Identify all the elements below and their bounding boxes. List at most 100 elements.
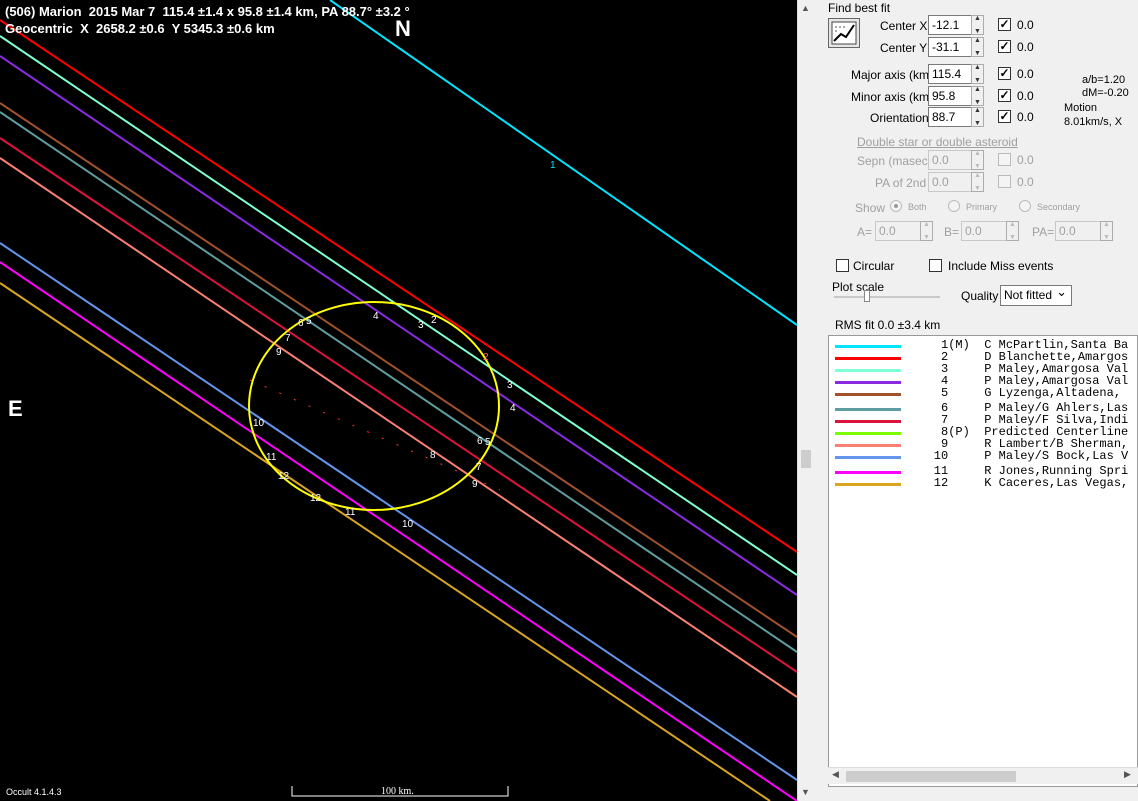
orientation-spinner[interactable]	[971, 107, 984, 127]
chord-number-label: 3	[507, 380, 513, 391]
include-miss-checkbox[interactable]	[929, 259, 942, 272]
major-axis-input[interactable]: 115.4	[928, 64, 972, 84]
major-axis-label: Major axis (km)	[851, 68, 934, 82]
legend-color-swatch	[835, 393, 901, 396]
legend-color-swatch	[835, 420, 901, 423]
major-axis-checkbox[interactable]: ✓	[998, 67, 1011, 80]
vertical-scrollbar[interactable]: ▲ ▼	[797, 0, 814, 801]
sepn-spinner[interactable]	[971, 150, 984, 170]
find-best-fit-label: Find best fit	[828, 1, 891, 15]
scroll-left-icon[interactable]: ◀	[832, 769, 839, 780]
chord-line-1	[329, 0, 797, 326]
legend-color-swatch	[835, 357, 901, 360]
legend-color-swatch	[835, 444, 901, 447]
chord-number-label: 7	[476, 462, 482, 473]
chord-number-label: 12	[278, 471, 290, 482]
chord-number-label: 9	[276, 347, 282, 358]
center-x-spinner[interactable]	[971, 15, 984, 35]
minor-axis-input[interactable]: 95.8	[928, 86, 972, 106]
plot-scale-slider[interactable]	[834, 290, 940, 302]
legend-color-swatch	[835, 432, 901, 435]
chord-number-label: 1	[550, 160, 556, 171]
pa2nd-label: PA of 2nd	[875, 176, 927, 190]
legend-color-swatch	[835, 345, 901, 348]
sepn-input[interactable]: 0.0	[928, 150, 972, 170]
chord-number-label: 10	[402, 519, 414, 530]
scroll-right-icon[interactable]: ▶	[1124, 769, 1131, 780]
chord-number-label: 10	[253, 418, 265, 429]
chord-number-label: 11	[266, 452, 277, 463]
major-axis-spinner[interactable]	[971, 64, 984, 84]
chord-line-4	[0, 55, 797, 596]
find-best-fit-button[interactable]	[828, 18, 860, 48]
include-miss-label: Include Miss events	[948, 259, 1054, 273]
sepn-checkbox[interactable]	[998, 153, 1011, 166]
b-spinner[interactable]	[1006, 221, 1019, 241]
legend-row[interactable]: 10 P Maley/S Bock,Las V	[829, 449, 1137, 463]
minor-axis-label: Minor axis (km)	[851, 90, 934, 104]
chord-line-11	[0, 261, 797, 801]
minor-axis-spinner[interactable]	[971, 86, 984, 106]
orientation-label: Orientation	[870, 111, 929, 125]
minor-axis-checkbox[interactable]: ✓	[998, 89, 1011, 102]
circular-label: Circular	[853, 259, 895, 273]
legend-scroll-thumb[interactable]	[846, 771, 1016, 782]
legend-color-swatch	[835, 483, 901, 486]
plot-scale-label: Plot scale	[832, 280, 885, 294]
chord-line-2	[0, 19, 797, 553]
sepn-delta: 0.0	[1017, 153, 1034, 167]
legend-color-swatch	[835, 381, 901, 384]
pa2nd-input[interactable]: 0.0	[928, 172, 972, 192]
fit-chart-icon	[831, 21, 857, 45]
observer-legend-list[interactable]: 1(M) C McPartlin,Santa Ba 2 D Blanchette…	[828, 335, 1138, 787]
orientation-checkbox[interactable]: ✓	[998, 110, 1011, 123]
b-input[interactable]: 0.0	[961, 221, 1007, 241]
a-input[interactable]: 0.0	[875, 221, 921, 241]
scroll-down-icon[interactable]: ▼	[801, 787, 810, 797]
center-x-checkbox[interactable]: ✓	[998, 18, 1011, 31]
a-spinner[interactable]	[920, 221, 933, 241]
chord-line-3	[0, 35, 797, 576]
quality-select[interactable]: Not fitted	[1000, 284, 1072, 306]
occultation-plot[interactable]: (506) Marion 2015 Mar 7 115.4 ±1.4 x 95.…	[0, 0, 797, 801]
legend-text: 12 K Caceres,Las Vegas,	[905, 476, 1129, 490]
rms-fit-label: RMS fit 0.0 ±3.4 km	[835, 318, 941, 332]
legend-color-swatch	[835, 369, 901, 372]
scroll-thumb[interactable]	[801, 450, 811, 468]
chord-line-6	[0, 111, 797, 653]
chord-number-label: 4	[373, 311, 379, 322]
center-x-delta: 0.0	[1017, 18, 1034, 32]
fit-panel: Find best fit Center X -12.1 ✓ 0.0 Cente…	[814, 0, 1138, 801]
pa2nd-delta: 0.0	[1017, 175, 1034, 189]
pa2nd-spinner[interactable]	[971, 172, 984, 192]
show-both-radio[interactable]	[890, 200, 902, 212]
pa2nd-checkbox[interactable]	[998, 175, 1011, 188]
center-y-spinner[interactable]	[971, 37, 984, 57]
plot-scale-knob[interactable]	[864, 290, 870, 302]
chord-number-label: 12	[310, 493, 322, 504]
show-secondary-radio[interactable]	[1019, 200, 1031, 212]
legend-color-swatch	[835, 408, 901, 411]
chord-number-label: 2	[483, 352, 489, 363]
pa-spinner[interactable]	[1100, 221, 1113, 241]
motion-label: Motion	[1064, 102, 1098, 114]
legend-horizontal-scrollbar[interactable]: ◀ ▶	[828, 767, 1138, 784]
chord-number-label: 7	[285, 333, 291, 344]
scroll-up-icon[interactable]: ▲	[801, 3, 810, 13]
minor-axis-delta: 0.0	[1017, 89, 1034, 103]
pa-input[interactable]: 0.0	[1055, 221, 1101, 241]
circular-checkbox[interactable]	[836, 259, 849, 272]
chord-line-9	[0, 157, 797, 698]
center-x-input[interactable]: -12.1	[928, 15, 972, 35]
legend-row[interactable]: 5 G Lyzenga,Altadena,	[829, 386, 1137, 400]
show-primary-radio[interactable]	[948, 200, 960, 212]
legend-text: 10 P Maley/S Bock,Las V	[905, 449, 1129, 463]
chord-number-label: 5	[485, 437, 491, 448]
version-label: Occult 4.1.4.3	[6, 787, 62, 797]
legend-row[interactable]: 12 K Caceres,Las Vegas,	[829, 476, 1137, 490]
orientation-input[interactable]: 88.7	[928, 107, 972, 127]
center-y-checkbox[interactable]: ✓	[998, 40, 1011, 53]
chord-line-10	[0, 242, 797, 781]
center-y-input[interactable]: -31.1	[928, 37, 972, 57]
double-star-label: Double star or double asteroid	[857, 135, 1018, 149]
